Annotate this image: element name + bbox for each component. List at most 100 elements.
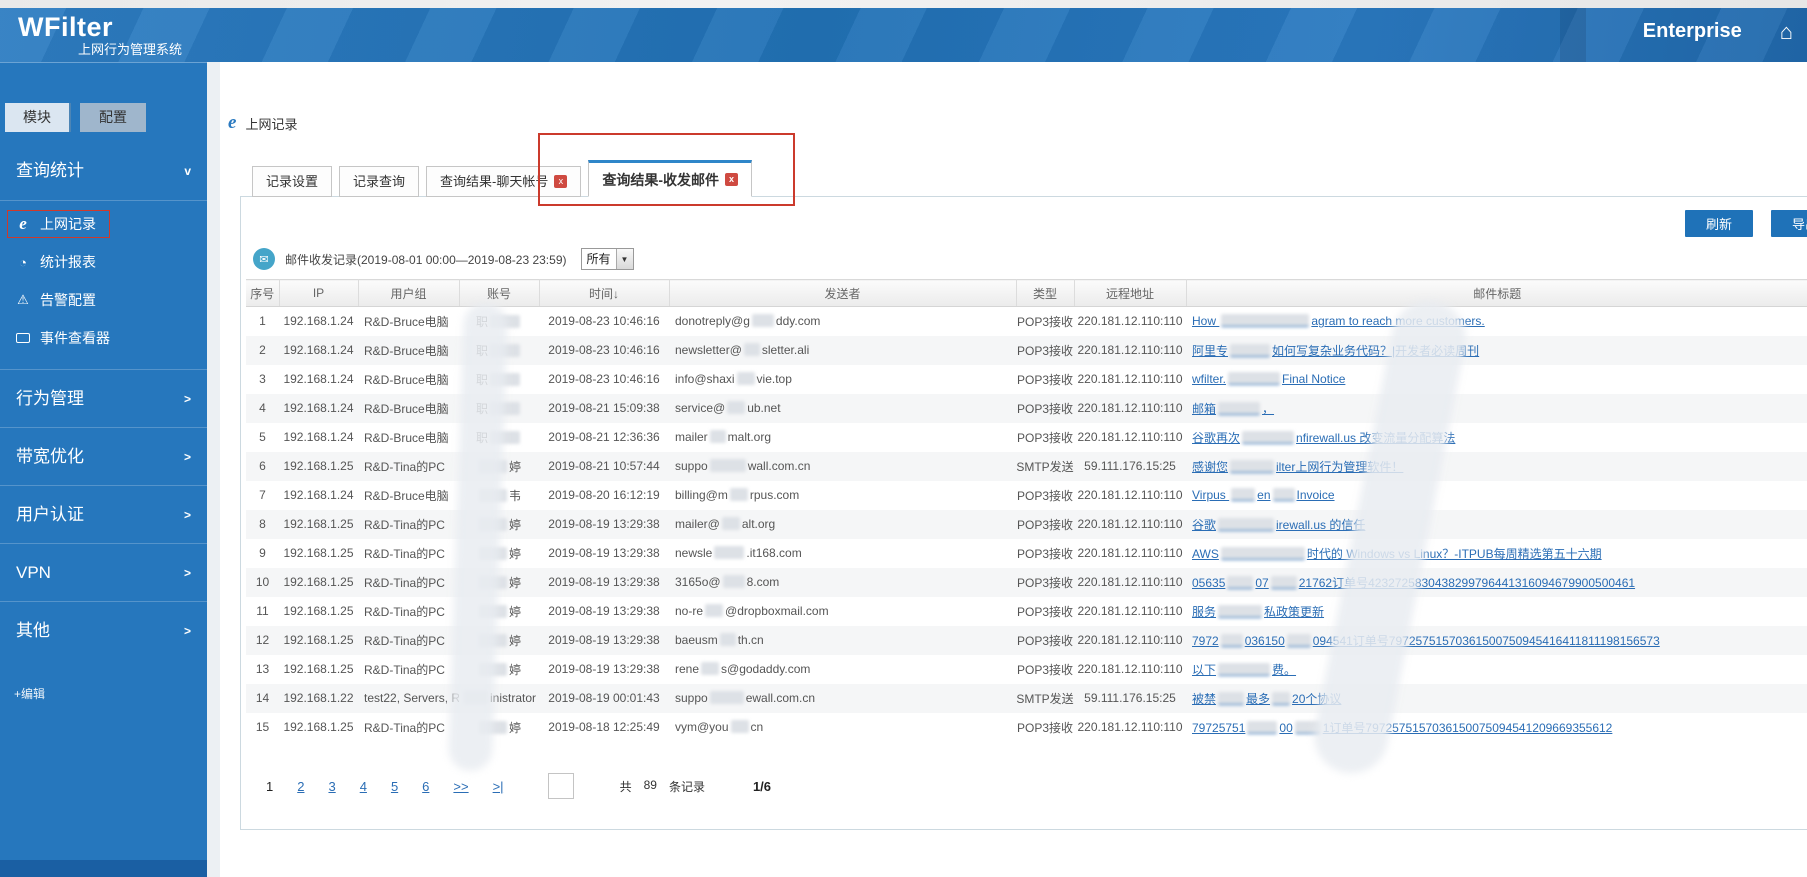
cell-remote: 220.181.12.110:110 [1077,517,1183,531]
censored-blur [490,343,520,357]
column-header-no[interactable]: 序号 [246,279,280,307]
column-header-group[interactable]: 用户组 [358,279,460,307]
censored-blur [478,662,507,676]
cell-remote: 220.181.12.110:110 [1077,633,1183,647]
sidebar-section-行为管理[interactable]: 行为管理 > [0,369,207,427]
tab-记录设置[interactable]: 记录设置 [252,166,333,197]
mail-subject-link[interactable]: 感谢您 ilter上网行为管理软件！ [1192,459,1403,474]
tab-记录查询[interactable]: 记录查询 [339,166,420,197]
censored-blur [490,430,520,444]
sidebar-section-label: 查询统计 [16,161,84,180]
page-indicator: 1/6 [752,778,772,794]
censored-blur [719,633,736,646]
column-header-time[interactable]: 时间↓ [539,279,670,307]
cell-no: 6 [259,459,266,473]
sidebar-item-label: 统计报表 [40,254,96,270]
cell-no: 5 [259,430,266,444]
sidebar-section-VPN[interactable]: VPN > [0,543,207,601]
sidebar-section-其他[interactable]: 其他 > [0,601,207,659]
tab-查询结果-聊天帐号[interactable]: 查询结果-聊天帐号 x [426,166,582,197]
mail-subject-link[interactable]: 邮箱， [1192,401,1274,416]
mail-subject-link[interactable]: 谷歌再次 nfirewall.us 改变流量分配算法 [1192,430,1455,445]
cell-subject: 阿里专 如何写复杂业务代码？|开发者必读周刊 [1186,336,1807,365]
cell-sender: 3165o@ 8.com [675,575,780,589]
cell-type: POP3接收 [1016,546,1074,561]
page-title: 上网记录 [245,116,298,132]
tab-close-icon[interactable]: x [554,175,568,188]
sidebar-section-用户认证[interactable]: 用户认证 > [0,485,207,543]
cell-time: 2019-08-23 10:46:16 [548,314,660,329]
cell-ip: 192.168.1.25 [283,720,354,734]
censored-blur [1218,691,1245,705]
chevron-right-icon: > [183,450,191,464]
mail-subject-link[interactable]: 阿里专 如何写复杂业务代码？|开发者必读周刊 [1192,343,1479,358]
export-button[interactable]: 导出 [1771,210,1807,237]
mail-subject-link[interactable]: 以下 费。 [1192,662,1296,677]
panel-actions: 刷新 导出 [1407,210,1807,237]
mail-subject-link[interactable]: Virpus en Invoice [1192,488,1335,502]
sidebar-edit-link[interactable]: +编辑 [0,659,207,702]
censored-blur [463,691,488,704]
next-page-link[interactable]: >> [453,779,468,794]
sidebar-item-告警配置[interactable]: ⚠ 告警配置 [0,281,207,319]
sidebar-item-统计报表[interactable]: ◔ 统计报表 [0,243,207,281]
cell-account: 婷 [459,713,539,742]
page-link-4[interactable]: 4 [360,779,367,794]
column-header-ip[interactable]: IP [279,279,359,307]
cell-subject: 谷歌 irewall.us 的信任 [1186,510,1807,539]
cell-remote: 220.181.12.110:110 [1077,662,1183,676]
sidebar-submenu: e 上网记录 ◔ 统计报表 ⚠ 告警配置 事件查看器 [0,200,207,369]
column-header-subject[interactable]: 邮件标题 [1186,279,1807,307]
censored-blur [709,430,726,443]
cell-sender: service@ ub.net [675,401,781,415]
sidebar-item-事件查看器[interactable]: 事件查看器 [0,319,207,357]
cell-sender: no-re @dropboxmail.com [675,604,829,618]
sidebar-tab-模块[interactable]: 模块 [5,103,71,132]
refresh-button[interactable]: 刷新 [1685,210,1753,237]
sidebar-menu: 查询统计 v e 上网记录 ◔ 统计报表 ⚠ 告警配置 事件查看器 行为管理 > 带宽优化 > 用户认证 >… [0,142,207,659]
sidebar-section-查询统计[interactable]: 查询统计 v [0,142,207,200]
column-header-remote[interactable]: 远程地址 [1074,279,1187,307]
cell-type: SMTP发送 [1016,459,1074,474]
mail-subject-link[interactable]: 7972 036150 094541订单号797257515703615007509… [1192,633,1660,648]
page-link-6[interactable]: 6 [422,779,429,794]
mail-subject-link[interactable]: 谷歌 irewall.us 的信任 [1192,517,1365,532]
mail-subject-link[interactable]: AWS 时代的 Windows vs Linux？-ITPUB每周精选第五十六期 [1192,546,1602,561]
censored-blur [478,720,507,734]
column-header-type[interactable]: 类型 [1016,279,1075,307]
censored-blur [1227,575,1254,589]
mail-subject-link[interactable]: 服务 私政策更新 [1192,604,1324,619]
sidebar-item-上网记录[interactable]: e 上网记录 [0,205,207,243]
sidebar-tab-配置[interactable]: 配置 [80,103,146,132]
last-page-link[interactable]: >| [493,779,504,794]
column-header-account[interactable]: 账号 [459,279,540,307]
cell-sender: suppo wall.com.cn [675,459,811,473]
mail-subject-link[interactable]: 05635 07 21762订单号4232725830438299796441316… [1192,575,1635,590]
mail-subject-link[interactable]: How agram to reach more customers. [1192,314,1485,328]
cell-remote: 220.181.12.110:110 [1077,430,1183,444]
page-link-3[interactable]: 3 [328,779,335,794]
tab-查询结果-收发邮件[interactable]: 查询结果-收发邮件 x [588,160,753,197]
censored-blur [1230,459,1275,473]
table-row: 14 192.168.1.22 test22, Servers, R&Dinistr… [246,683,1807,713]
mail-subject-link[interactable]: 79725751 00 1订单号79725751570361500750945412… [1192,720,1612,735]
home-icon[interactable]: ⌂ [1780,20,1793,43]
page-jump-input[interactable] [547,773,574,799]
cell-ip: 192.168.1.24 [283,343,354,357]
sidebar: 模块 配置 查询统计 v e 上网记录 ◔ 统计报表 ⚠ 告警配置 事件查看器 行为管理 > 带宽优化 >… [0,62,218,877]
page-link-5[interactable]: 5 [391,779,398,794]
tab-close-icon[interactable]: x [725,173,739,186]
cell-ip: 192.168.1.25 [283,633,354,647]
mail-subject-link[interactable]: 被禁 最多 20个协议 [1192,691,1341,706]
sidebar-section-label: 用户认证 [16,505,84,524]
sidebar-section-带宽优化[interactable]: 带宽优化 > [0,427,207,485]
column-header-sender[interactable]: 发送者 [669,279,1017,307]
app-header: WFilter 上网行为管理系统 Enterprise ⌂ [0,8,1807,62]
censored-blur [1228,372,1281,385]
page-link-2[interactable]: 2 [297,779,304,794]
cell-time: 2019-08-23 10:46:16 [548,372,660,386]
cell-no: 2 [259,343,266,357]
mail-type-filter-select[interactable]: 所有 ▼ [580,248,634,270]
cell-subject: 05635 07 21762订单号4232725830438299796441316… [1186,568,1807,597]
mail-subject-link[interactable]: wfilter. Final Notice [1192,372,1345,386]
